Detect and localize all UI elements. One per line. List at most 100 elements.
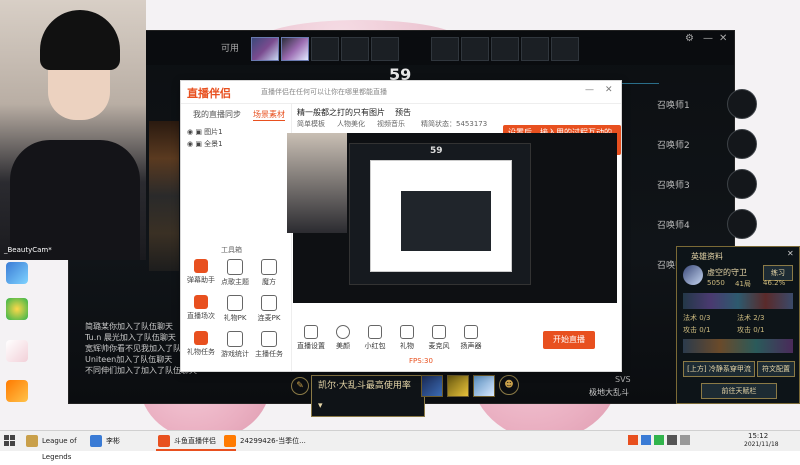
sub-tab-2[interactable]: 人物美化	[337, 119, 365, 129]
gift-button[interactable]: 礼物	[393, 325, 421, 351]
empty-slot[interactable]	[551, 37, 579, 61]
profile-title: 英雄资料	[691, 252, 723, 261]
rune-row-1: 法术 0/3	[683, 314, 711, 322]
preview-webcam	[287, 133, 347, 233]
app-sidebar: 我的直播 同步 场景素材 ◉ ▣ 图片1 ◉ ▣ 全景1 工具箱 弹幕助手 点歌…	[181, 103, 292, 371]
minimize-icon[interactable]: —	[703, 33, 713, 44]
empty-slot[interactable]	[491, 37, 519, 61]
taskbar: League of Legends 李彬 斗鱼直播伴侣 24299426-当季位…	[0, 430, 800, 461]
avatar	[683, 265, 703, 285]
item-icons	[683, 293, 793, 309]
sub-tab-3[interactable]: 视频音乐	[377, 119, 405, 129]
app-header: 直播伴侣 直播伴侣在任何可以让你在哪里都能直播 — ✕	[181, 81, 621, 104]
tool-cube[interactable]: 魔方	[253, 259, 285, 293]
start-live-button[interactable]: 开始直播	[543, 331, 595, 349]
summoner-row-2: 召唤师2	[657, 129, 767, 159]
tool-host-task[interactable]: 主播任务	[253, 331, 285, 365]
fps-text: FPS:30	[409, 357, 433, 365]
layer-item-1[interactable]: ◉ ▣ 图片1	[187, 127, 223, 137]
nav-tab-active[interactable]: 场景素材	[253, 109, 285, 121]
skin-icon-2[interactable]	[447, 375, 469, 397]
beauty-button[interactable]: 美颜	[329, 325, 357, 351]
tool-session[interactable]: 直播场次	[185, 295, 217, 329]
clock-time: 15:12	[748, 432, 769, 440]
nested-app	[370, 160, 512, 272]
microphone-button[interactable]: 麦克风	[425, 325, 453, 351]
taskbar-item-user[interactable]: 李彬	[88, 433, 166, 449]
close-icon[interactable]: ✕	[605, 85, 613, 95]
minimize-icon[interactable]: —	[585, 85, 594, 95]
tool-gift-task[interactable]: 礼物任务	[185, 331, 217, 365]
tool-linkpk[interactable]: 连麦PK	[253, 295, 285, 329]
champion-dropdown[interactable]: 凯尔·大乱斗最高使用率 ▾	[311, 375, 425, 417]
emote-icon[interactable]: ☻	[499, 375, 519, 395]
tool-game-stats[interactable]: 游戏统计	[219, 331, 251, 365]
app-bottom-toolbar: 直播设置 美颜 小红包 礼物 麦克风 扬声器 开始直播 FPS:30	[293, 309, 617, 369]
edit-icon[interactable]: ✎	[291, 377, 309, 395]
pick-label: 可用	[221, 44, 240, 54]
nested-preview	[401, 191, 491, 251]
close-icon[interactable]: ✕	[787, 249, 794, 258]
tool-giftpk[interactable]: 礼物PK	[219, 295, 251, 329]
main-tab-3[interactable]: 预告	[395, 107, 411, 118]
clock-date: 2021/11/18	[744, 441, 779, 448]
skin-icon-1[interactable]	[421, 375, 443, 397]
streaming-app-window: 直播伴侣 直播伴侣在任何可以让你在哪里都能直播 — ✕ 我的直播 同步 场景素材…	[180, 80, 622, 372]
empty-slot[interactable]	[341, 37, 369, 61]
empty-slot[interactable]	[431, 37, 459, 61]
speaker-button[interactable]: 扬声器	[457, 325, 485, 351]
tools-label: 工具箱	[221, 246, 242, 254]
info-text: 精简状态：5453173	[421, 120, 488, 128]
game-mode: 极地大乱斗	[589, 388, 629, 397]
main-tab-1[interactable]: 精一般都之打的	[297, 107, 353, 118]
start-icon[interactable]	[4, 435, 16, 447]
empty-slot[interactable]	[521, 37, 549, 61]
stat-games: 5050	[707, 279, 725, 287]
redpack-button[interactable]: 小红包	[361, 325, 389, 351]
rune-row-2: 法术 2/3	[737, 314, 765, 322]
status-text: 直播伴侣在任何可以让你在哪里都能直播	[261, 88, 387, 96]
rune-icons	[683, 339, 793, 353]
close-icon[interactable]: ✕	[719, 33, 727, 44]
talent-button[interactable]: 前往天赋栏	[701, 383, 777, 399]
champion-profile-panel: 英雄资料 ✕ 虚空的守卫 练习 5050 41局 46.2% 法术 0/3 法术…	[676, 246, 800, 404]
team-portraits	[149, 121, 179, 271]
main-tab-2[interactable]: 只有图片	[353, 107, 385, 118]
webcam-label: _BeautyCam*	[4, 246, 52, 254]
desktop-icon-app3[interactable]	[6, 340, 28, 362]
taskbar-item-browser[interactable]: 24299426-当季位...	[222, 433, 310, 449]
champion-slot-2[interactable]	[281, 37, 309, 61]
layer-item-2[interactable]: ◉ ▣ 全景1	[187, 139, 223, 149]
skin-icon-3[interactable]	[473, 375, 495, 397]
champion-slot-1[interactable]	[251, 37, 279, 61]
summoner-row-4: 召唤师4	[657, 209, 767, 239]
summoner-row-3: 召唤师3	[657, 169, 767, 199]
tool-song[interactable]: 点歌主题	[219, 259, 251, 293]
stat-count: 41局	[735, 280, 751, 288]
rune-row-3: 攻击 0/1	[683, 326, 711, 334]
stat-winrate: 46.2%	[763, 279, 786, 287]
rune-config-button[interactable]: 符文配置	[757, 361, 795, 377]
webcam-overlay: _BeautyCam*	[0, 0, 146, 260]
empty-slot[interactable]	[461, 37, 489, 61]
tray-icons[interactable]	[628, 435, 728, 447]
nav-tab-1[interactable]: 我的直播	[193, 109, 225, 120]
game-topbar	[69, 31, 734, 65]
sub-tab-1[interactable]: 简单模板	[297, 119, 325, 129]
nested-timer: 59	[430, 146, 443, 156]
desktop-icon-app2[interactable]	[6, 298, 28, 320]
live-settings-button[interactable]: 直播设置	[297, 325, 325, 351]
summoner-row-1: 召唤师1	[657, 89, 767, 119]
settings-icon[interactable]: ⚙	[685, 33, 694, 44]
rune-dropdown[interactable]: [上方] 冷静系穿甲流	[683, 361, 755, 377]
empty-slot[interactable]	[311, 37, 339, 61]
nav-tab-2[interactable]: 同步	[225, 109, 241, 120]
stream-preview: 59	[287, 133, 617, 303]
preview-nested-game: 59	[349, 143, 531, 285]
desktop-icon-app4[interactable]	[6, 380, 28, 402]
empty-slot[interactable]	[371, 37, 399, 61]
rune-row-4: 攻击 0/1	[737, 326, 765, 334]
desktop-icon-app1[interactable]	[6, 262, 28, 284]
tool-danmu[interactable]: 弹幕助手	[185, 259, 217, 293]
app-logo: 直播伴侣	[187, 87, 231, 100]
